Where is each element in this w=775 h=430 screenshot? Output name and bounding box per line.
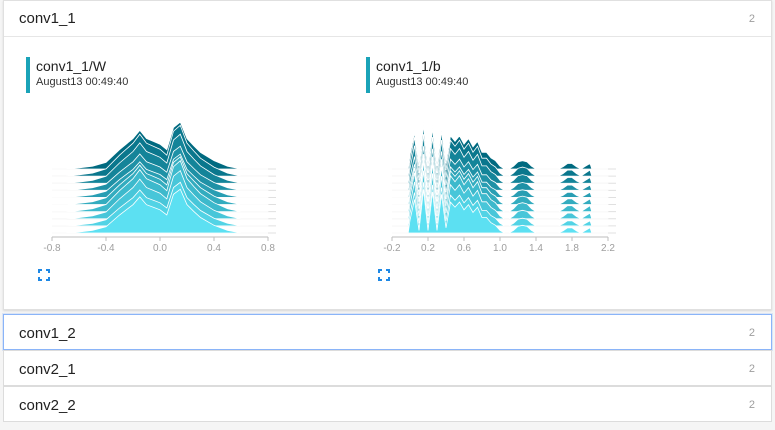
section-header-conv2_1[interactable]: conv2_1 2 <box>4 351 771 387</box>
card-timestamp: August13 00:49:40 <box>376 76 469 88</box>
section-header-conv1_2[interactable]: conv1_2 2 <box>4 315 771 351</box>
x-tick-label: 1.4 <box>529 243 543 254</box>
x-tick-label: -0.2 <box>383 243 401 254</box>
histogram-chart: -0.8-0.40.00.40.804080 <box>43 121 276 254</box>
x-tick-label: 2.2 <box>601 243 615 254</box>
section-header-conv2_2[interactable]: conv2_2 2 <box>4 387 771 423</box>
fullscreen-icon[interactable] <box>36 267 52 283</box>
card-header: conv1_1/W August13 00:49:40 <box>26 57 128 93</box>
section-conv2_2[interactable]: conv2_2 2 <box>3 386 772 422</box>
section-count: 2 <box>748 363 755 375</box>
section-title: conv1_2 <box>19 324 76 342</box>
histogram-chart: -0.20.20.61.01.41.82.204080 <box>383 122 616 254</box>
section-count: 2 <box>748 327 755 339</box>
x-tick-label: -0.4 <box>97 243 115 254</box>
histogram-card-bias: conv1_1/b August13 00:49:40 -0.2 0.2 0.6 1.… <box>366 57 616 287</box>
section-count: 2 <box>748 399 755 411</box>
section-conv1_1: conv1_1 2 conv1_1/W August13 00:49:40 -0… <box>3 0 772 310</box>
x-tick-label: 0.8 <box>261 243 275 254</box>
fullscreen-icon[interactable] <box>376 267 392 283</box>
section-header-conv1_1[interactable]: conv1_1 2 <box>4 1 771 37</box>
x-tick-label: -0.8 <box>43 243 61 254</box>
section-conv1_2[interactable]: conv1_2 2 <box>3 314 772 350</box>
card-header: conv1_1/b August13 00:49:40 <box>366 57 468 93</box>
section-title: conv1_1 <box>19 10 76 27</box>
x-tick-label: 1.8 <box>565 243 579 254</box>
section-title: conv2_2 <box>19 396 76 414</box>
card-title: conv1_1/W <box>36 58 107 74</box>
section-title: conv2_1 <box>19 360 76 378</box>
x-tick-label: 0.4 <box>207 243 221 254</box>
x-tick-label: 0.6 <box>457 243 471 254</box>
card-title: conv1_1/b <box>376 58 441 74</box>
card-timestamp: August13 00:49:40 <box>36 76 129 88</box>
section-conv2_1[interactable]: conv2_1 2 <box>3 350 772 386</box>
x-tick-label: 0.2 <box>421 243 435 254</box>
section-count: 2 <box>748 12 755 25</box>
x-tick-label: 1.0 <box>493 243 507 254</box>
histogram-card-weights: conv1_1/W August13 00:49:40 -0.8 -0.4 0.0 0… <box>26 57 276 287</box>
x-tick-label: 0.0 <box>153 243 167 254</box>
